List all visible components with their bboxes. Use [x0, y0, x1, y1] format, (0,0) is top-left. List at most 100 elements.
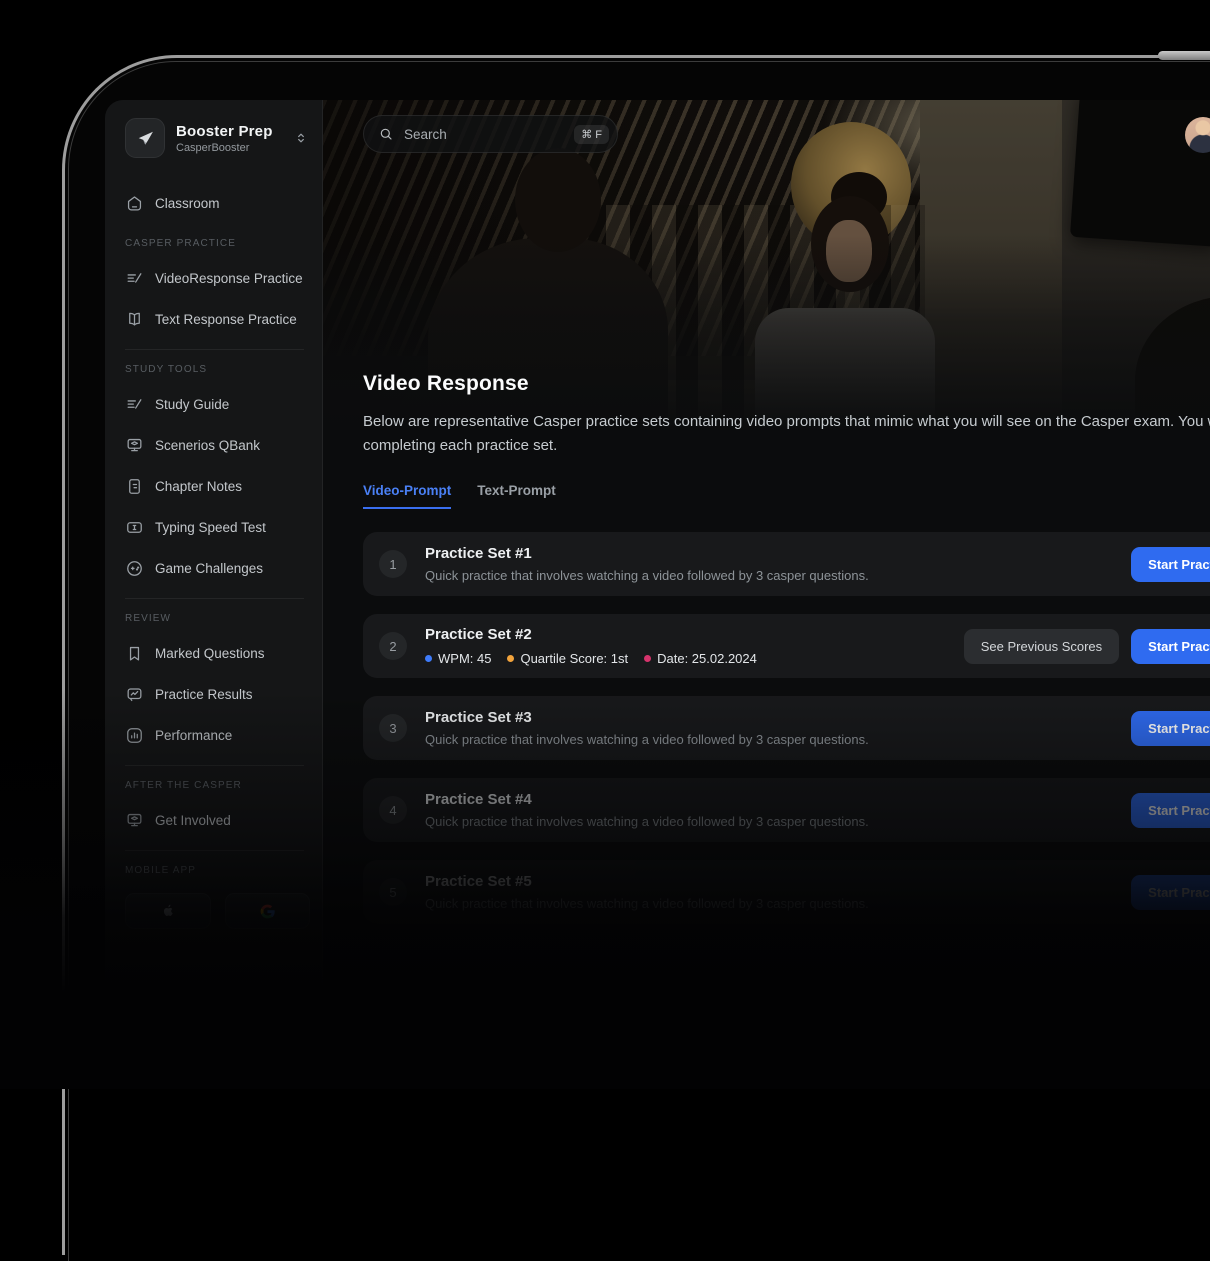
main-area: ⌘ F Video Response Below are representat… [323, 100, 1210, 1089]
sidebar-item-label: Scenerios QBank [155, 438, 260, 453]
section-label-mobile-app: MOBILE APP [125, 865, 310, 881]
sidebar-divider [125, 598, 304, 599]
practice-set-title: Practice Set #4 [425, 791, 1131, 808]
sidebar-divider [125, 850, 304, 851]
tab-video-prompt[interactable]: Video-Prompt [363, 483, 451, 509]
practice-set-list: 1 Practice Set #1 Quick practice that in… [363, 532, 1210, 924]
sidebar-item-performance[interactable]: Performance [125, 715, 310, 756]
sidebar-item-label: Text Response Practice [155, 312, 297, 327]
brand-logo [125, 118, 165, 158]
mobile-app-buttons [125, 893, 310, 929]
brand-name: Booster Prep [176, 123, 294, 140]
sidebar-item-chapter-notes[interactable]: Chapter Notes [125, 466, 310, 507]
page-title: Video Response [363, 114, 1210, 396]
sidebar-item-label: Classroom [155, 196, 220, 211]
sidebar-item-get-involved[interactable]: Get Involved [125, 800, 310, 841]
start-practice-button[interactable]: Start Practice [1131, 875, 1210, 910]
practice-set-number-badge: 3 [379, 714, 407, 742]
brand-subtitle: CasperBooster [176, 142, 294, 154]
section-label-after-the-casper: AFTER THE CASPER [125, 780, 310, 796]
search-shortcut-badge: ⌘ F [574, 125, 609, 144]
sidebar-item-study-guide[interactable]: Study Guide [125, 384, 310, 425]
open-book-icon [125, 310, 144, 329]
sidebar-item-label: Performance [155, 728, 232, 743]
sidebar-item-classroom[interactable]: Classroom [125, 183, 310, 224]
start-practice-button[interactable]: Start Practice [1131, 711, 1210, 746]
blue-dot-icon [425, 655, 432, 662]
practice-set-row-2: 2 Practice Set #2 WPM: 45 Quartile Score… [363, 614, 1210, 678]
sidebar-item-label: Practice Results [155, 687, 253, 702]
stat-date: Date: 25.02.2024 [644, 651, 757, 666]
sidebar: Booster Prep CasperBooster Classroom CAS… [105, 100, 323, 1089]
sidebar-item-scenerios-qbank[interactable]: Scenerios QBank [125, 425, 310, 466]
practice-set-description: Quick practice that involves watching a … [425, 568, 1131, 583]
sidebar-item-label: Typing Speed Test [155, 520, 266, 535]
practice-set-number-badge: 2 [379, 632, 407, 660]
practice-set-number-badge: 5 [379, 878, 407, 906]
page-description: Below are representative Casper practice… [363, 410, 1210, 458]
search-input[interactable] [402, 126, 574, 143]
section-label-review: REVIEW [125, 613, 310, 629]
rocket-icon [135, 128, 155, 148]
practice-set-row-1: 1 Practice Set #1 Quick practice that in… [363, 532, 1210, 596]
sidebar-item-label: Chapter Notes [155, 479, 242, 494]
sidebar-item-label: VideoResponse Practice [155, 271, 303, 286]
start-practice-button[interactable]: Start Practice [1131, 793, 1210, 828]
see-previous-scores-button[interactable]: See Previous Scores [964, 629, 1119, 664]
sidebar-item-video-response-practice[interactable]: VideoResponse Practice [125, 258, 310, 299]
bookmark-icon [125, 644, 144, 663]
google-play-button[interactable] [225, 893, 311, 929]
practice-set-row-5: 5 Practice Set #5 Quick practice that in… [363, 860, 1210, 924]
start-practice-button[interactable]: Start Practice [1131, 547, 1210, 582]
practice-set-stats: WPM: 45 Quartile Score: 1st Date: 25.02.… [425, 651, 964, 666]
sidebar-item-marked-questions[interactable]: Marked Questions [125, 633, 310, 674]
practice-set-row-4: 4 Practice Set #4 Quick practice that in… [363, 778, 1210, 842]
sidebar-divider [125, 349, 304, 350]
practice-set-description: Quick practice that involves watching a … [425, 814, 1131, 829]
document-icon [125, 477, 144, 496]
chart-bubble-icon [125, 685, 144, 704]
section-label-study-tools: STUDY TOOLS [125, 364, 310, 380]
stat-wpm: WPM: 45 [425, 651, 491, 666]
practice-set-row-3: 3 Practice Set #3 Quick practice that in… [363, 696, 1210, 760]
orange-dot-icon [507, 655, 514, 662]
tab-text-prompt[interactable]: Text-Prompt [477, 483, 556, 509]
practice-set-title: Practice Set #2 [425, 626, 964, 643]
prompt-tabs: Video-Prompt Text-Prompt [363, 483, 1210, 509]
device-camera-housing [1158, 51, 1210, 60]
bar-chart-icon [125, 726, 144, 745]
keyboard-key-icon [125, 518, 144, 537]
sidebar-item-practice-results[interactable]: Practice Results [125, 674, 310, 715]
google-icon [260, 904, 275, 919]
chevron-updown-icon[interactable] [294, 131, 308, 145]
sidebar-item-label: Study Guide [155, 397, 229, 412]
workspace-switcher[interactable]: Booster Prep CasperBooster [125, 115, 310, 161]
section-label-casper-practice: CASPER PRACTICE [125, 238, 310, 254]
sidebar-item-label: Get Involved [155, 813, 231, 828]
practice-set-number-badge: 4 [379, 796, 407, 824]
sidebar-item-label: Game Challenges [155, 561, 263, 576]
practice-set-title: Practice Set #1 [425, 545, 1131, 562]
apple-icon [160, 903, 176, 919]
app-store-button[interactable] [125, 893, 211, 929]
quiz-lines-icon [125, 395, 144, 414]
sidebar-item-typing-speed-test[interactable]: Typing Speed Test [125, 507, 310, 548]
app-window: Booster Prep CasperBooster Classroom CAS… [105, 100, 1210, 1089]
sidebar-divider [125, 765, 304, 766]
stat-quartile-score: Quartile Score: 1st [507, 651, 628, 666]
quiz-lines-icon [125, 269, 144, 288]
home-icon [125, 194, 144, 213]
search-icon [378, 126, 394, 142]
practice-set-number-badge: 1 [379, 550, 407, 578]
practice-set-title: Practice Set #5 [425, 873, 1131, 890]
practice-set-title: Practice Set #3 [425, 709, 1131, 726]
sidebar-item-label: Marked Questions [155, 646, 265, 661]
sidebar-item-text-response-practice[interactable]: Text Response Practice [125, 299, 310, 340]
search-bar[interactable]: ⌘ F [363, 115, 618, 153]
practice-set-description: Quick practice that involves watching a … [425, 732, 1131, 747]
game-controller-icon [125, 559, 144, 578]
sidebar-item-game-challenges[interactable]: Game Challenges [125, 548, 310, 589]
practice-set-description: Quick practice that involves watching a … [425, 896, 1131, 911]
monitor-gradcap-icon [125, 811, 144, 830]
start-practice-button[interactable]: Start Practice [1131, 629, 1210, 664]
